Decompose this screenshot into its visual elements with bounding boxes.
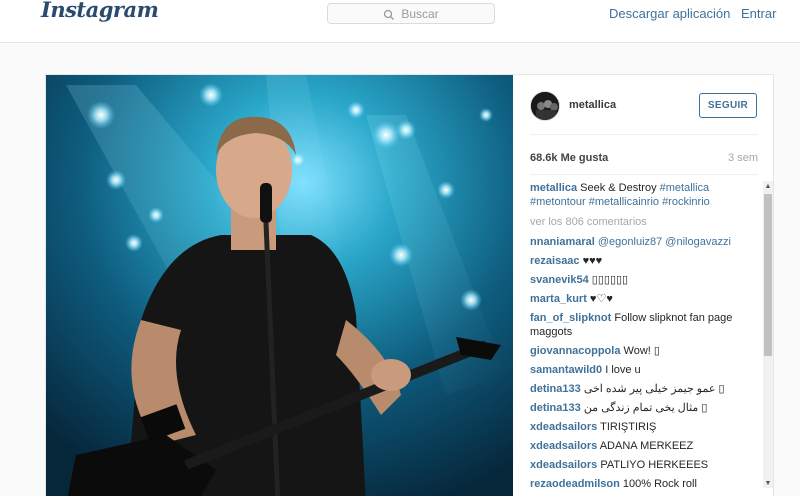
post-card: metallica SEGUIR 68.6k Me gusta 3 sem me… xyxy=(45,74,774,496)
post-sidebar: metallica SEGUIR 68.6k Me gusta 3 sem me… xyxy=(513,75,775,496)
comments-list: metallica Seek & Destroy #metallica #met… xyxy=(530,181,760,496)
download-app-link[interactable]: Descargar aplicación xyxy=(609,6,730,21)
comment-user[interactable]: detina133 xyxy=(530,383,581,395)
comment-text: ▯▯▯▯▯▯ xyxy=(591,274,629,286)
comment-user[interactable]: xdeadsailors xyxy=(530,459,597,471)
comment-user[interactable]: xdeadsailors xyxy=(530,421,597,433)
comment-text: I love u xyxy=(605,364,641,376)
instagram-logo[interactable]: Instagram xyxy=(41,0,159,22)
comment-row: nnaniamaral @egonluiz87 @nilogavazzi xyxy=(530,235,760,249)
comment-row: svanevik54 ▯▯▯▯▯▯ xyxy=(530,273,760,287)
scroll-up-arrow-icon[interactable]: ▲ xyxy=(763,181,773,191)
comment-row: xdeadsailors TIRIŞTIRIŞ xyxy=(530,420,760,434)
comment-text: ♥♥♥ xyxy=(582,255,603,267)
caption-text: Seek & Destroy xyxy=(580,182,657,194)
search-icon xyxy=(383,8,395,20)
avatar-image-icon xyxy=(531,92,559,120)
avatar[interactable] xyxy=(530,91,560,121)
comment-row: rezaisaac ♥♥♥ xyxy=(530,254,760,268)
follow-button[interactable]: SEGUIR xyxy=(699,93,757,118)
divider xyxy=(530,174,758,175)
top-navigation-bar: Instagram Buscar Descargar aplicación En… xyxy=(0,0,800,43)
comment-user[interactable]: rezaodeadmilson xyxy=(530,478,620,490)
scrollbar-thumb[interactable] xyxy=(764,194,772,356)
post-header: metallica SEGUIR xyxy=(530,89,758,135)
comment-user[interactable]: samantawild0 xyxy=(530,364,602,376)
comment-row: fan_of_slipknot Follow slipknot fan page… xyxy=(530,311,760,339)
comment-row: marta_kurt ♥♡♥ xyxy=(530,292,760,306)
comment-text: مثال یخی تمام زندگی من ▯ xyxy=(583,402,708,414)
comment-user[interactable]: xdeadsailors xyxy=(530,440,597,452)
comment-user[interactable]: rezaisaac xyxy=(530,255,580,267)
comment-text: ♥♡♥ xyxy=(589,293,613,305)
concert-photo-illustration xyxy=(46,75,513,496)
caption: metallica Seek & Destroy #metallica #met… xyxy=(530,181,760,209)
comment-text: Wow! ▯ xyxy=(623,345,660,357)
comments-scrollbar[interactable]: ▲ ▼ xyxy=(763,181,773,488)
search-placeholder: Buscar xyxy=(401,6,439,21)
comment-row: xdeadsailors ADANA MERKEEZ xyxy=(530,439,760,453)
comment-row: rezaodeadmilson 100% Rock roll xyxy=(530,477,760,491)
comment-row: detina133 عمو جیمز خیلی پیر شده اخی ▯ xyxy=(530,382,760,396)
comment-text: ADANA MERKEEZ xyxy=(599,440,694,452)
post-username[interactable]: metallica xyxy=(569,99,616,111)
comment-row: samantawild0 I love u xyxy=(530,363,760,377)
post-photo[interactable] xyxy=(46,75,513,496)
comment-text: PATLIYO HERKEEES xyxy=(600,459,709,471)
comment-row: detina133 مثال یخی تمام زندگی من ▯ xyxy=(530,401,760,415)
comment-text: عمو جیمز خیلی پیر شده اخی ▯ xyxy=(583,383,725,395)
comment-text: TIRIŞTIRIŞ xyxy=(600,421,657,433)
comment-row: xdeadsailors PATLIYO HERKEEES xyxy=(530,458,760,472)
comment-user[interactable]: nnaniamaral xyxy=(530,236,595,248)
likes-count[interactable]: 68.6k Me gusta xyxy=(530,152,608,164)
caption-user[interactable]: metallica xyxy=(530,182,577,194)
comment-user[interactable]: svanevik54 xyxy=(530,274,589,286)
comment-user[interactable]: marta_kurt xyxy=(530,293,587,305)
comment-mention[interactable]: @egonluiz87 @nilogavazzi xyxy=(598,236,731,248)
comment-row: giovannacoppola Wow! ▯ xyxy=(530,344,760,358)
comment-user[interactable]: fan_of_slipknot xyxy=(530,312,611,324)
search-box[interactable]: Buscar xyxy=(327,3,495,24)
scroll-down-arrow-icon[interactable]: ▼ xyxy=(763,478,773,488)
post-time[interactable]: 3 sem xyxy=(728,152,758,164)
view-all-comments-link[interactable]: ver los 806 comentarios xyxy=(530,215,760,229)
comment-user[interactable]: giovannacoppola xyxy=(530,345,620,357)
login-link[interactable]: Entrar xyxy=(741,6,776,21)
comment-text: 100% Rock roll xyxy=(622,478,697,490)
comment-user[interactable]: detina133 xyxy=(530,402,581,414)
